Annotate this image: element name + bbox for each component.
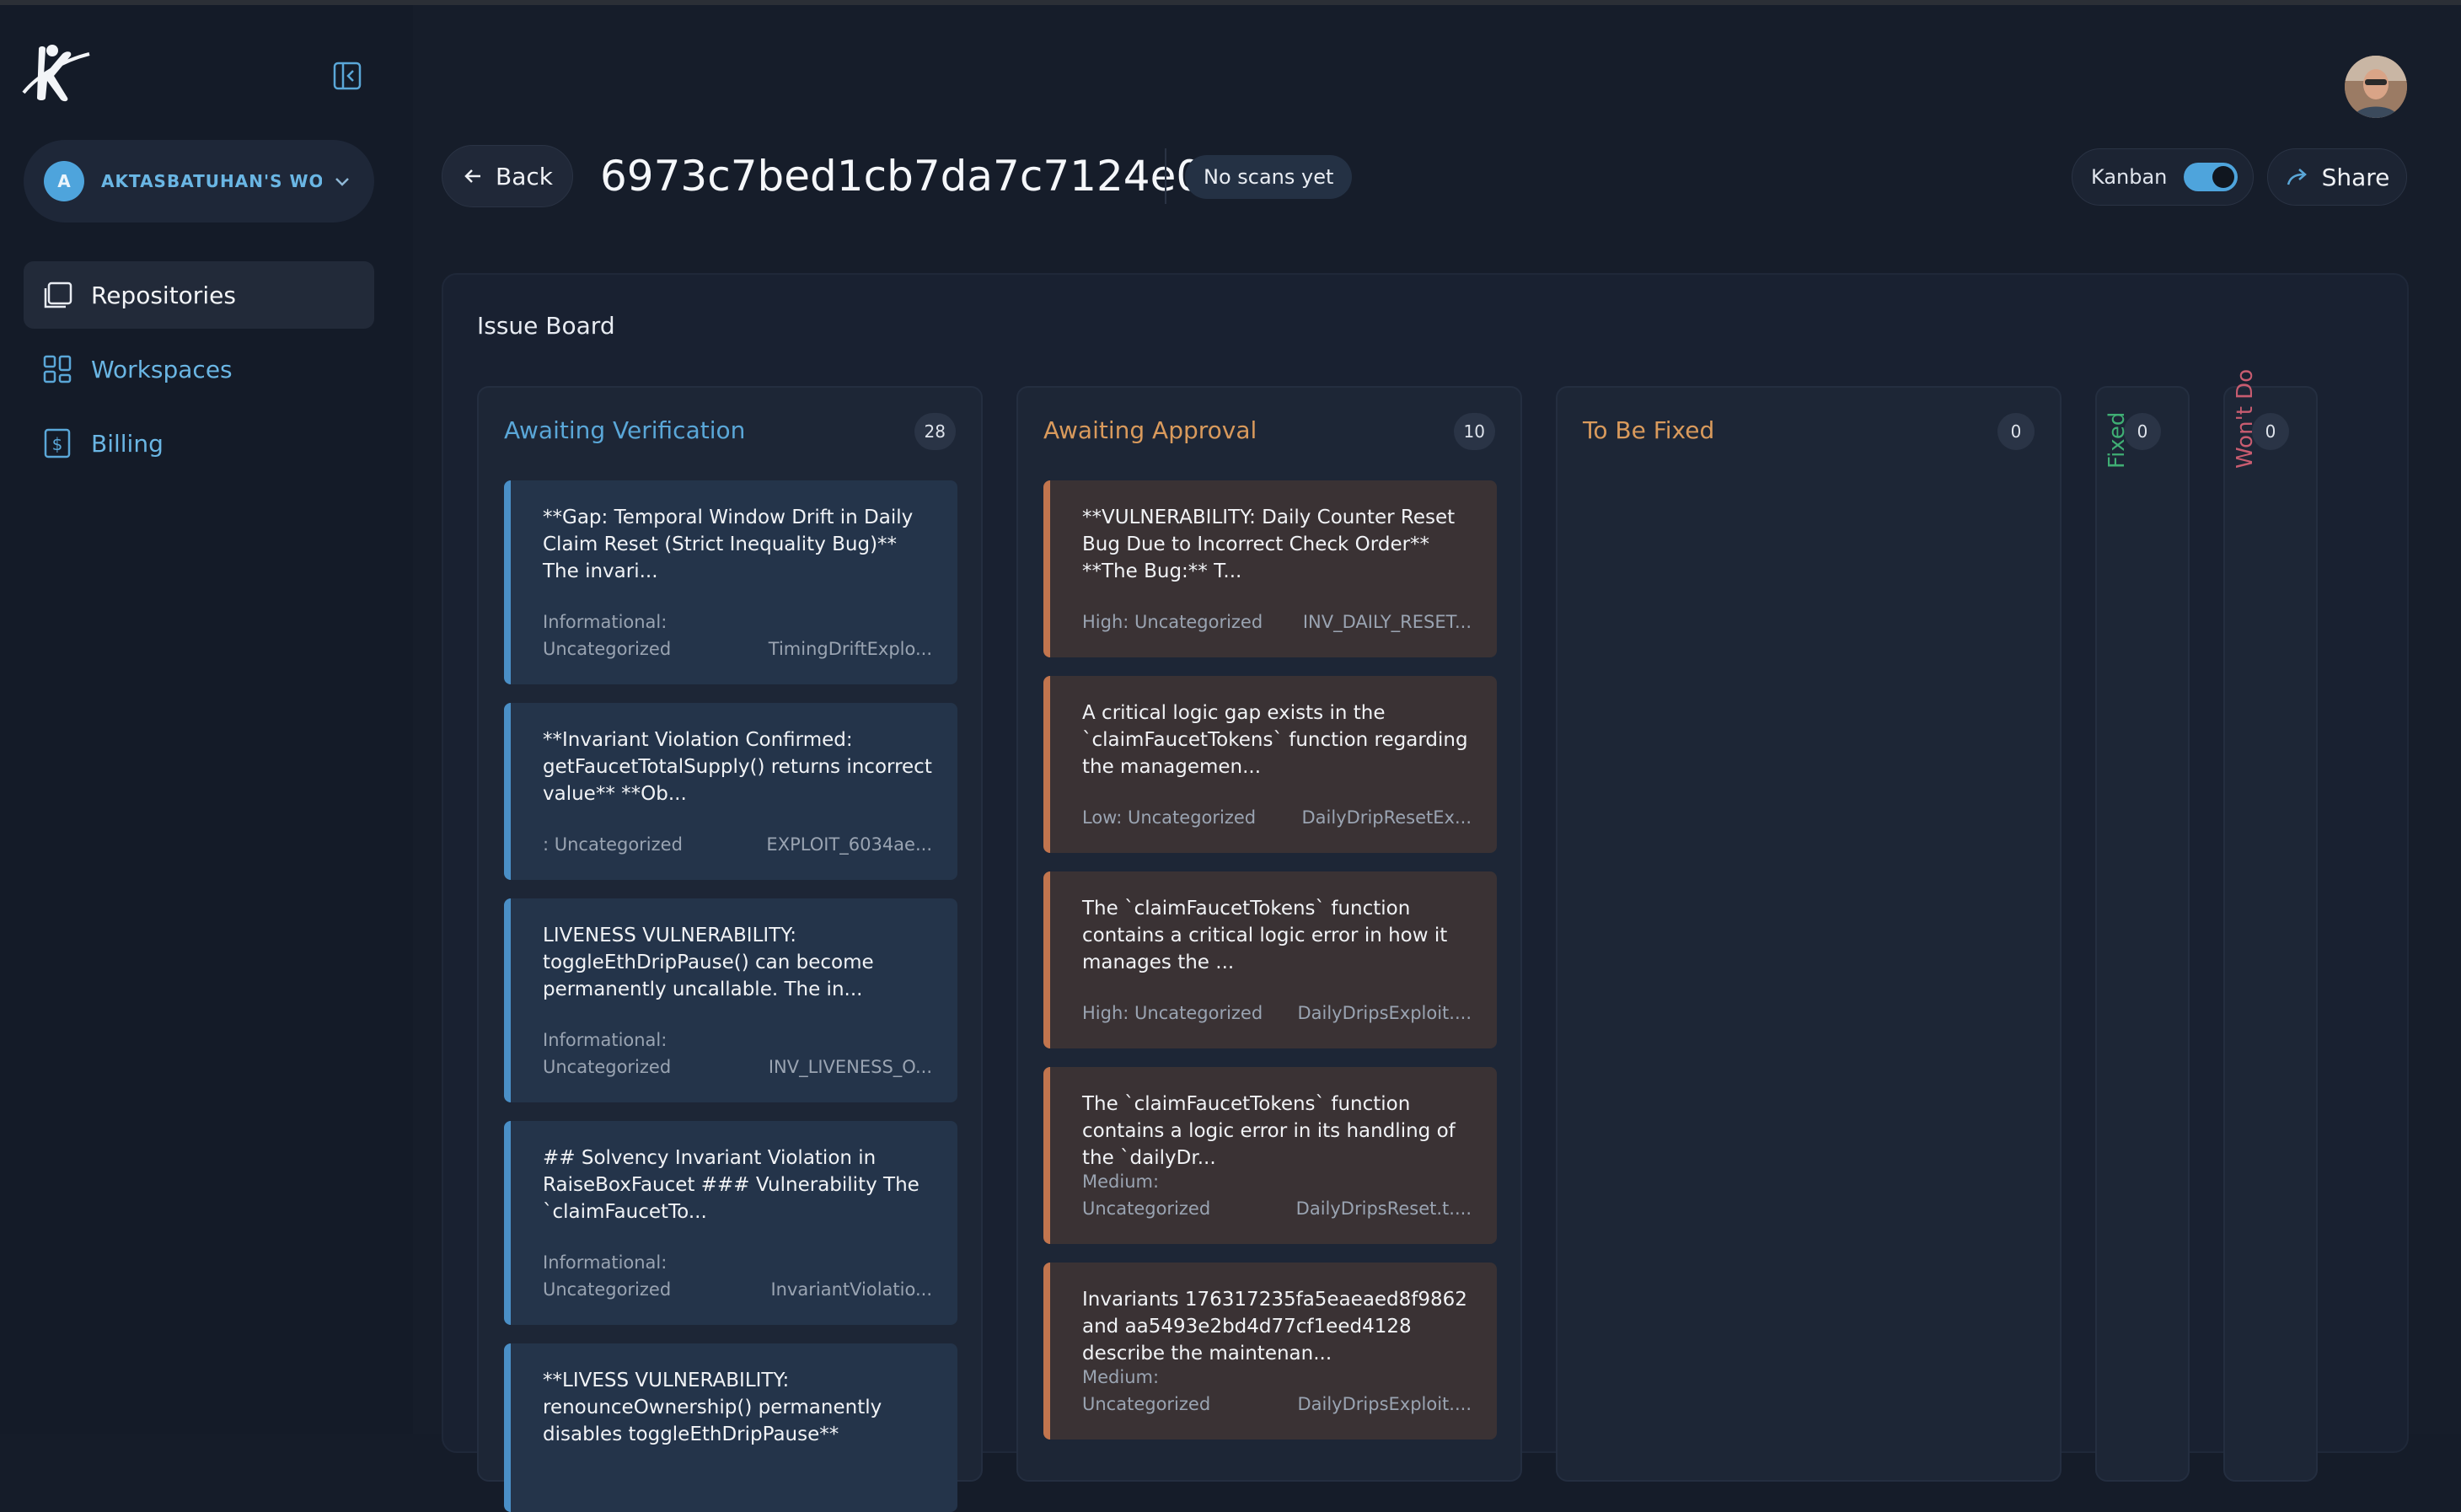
- issue-card[interactable]: ## Solvency Invariant Violation in Raise…: [504, 1121, 957, 1325]
- card-text: **VULNERABILITY: Daily Counter Reset Bug…: [1082, 507, 1456, 582]
- card-severity: Informational: Uncategorized: [543, 1252, 672, 1300]
- card-reference: DailyDripsReset.t....: [1295, 1198, 1472, 1219]
- issue-card[interactable]: **Gap: Temporal Window Drift in Daily Cl…: [504, 480, 957, 684]
- page-title: 6973c7bed1cb7da7c7124e08: [600, 152, 1230, 201]
- card-reference: DailyDripResetEx...: [1301, 807, 1472, 828]
- column-fixed[interactable]: 0 Fixed: [2095, 386, 2190, 1482]
- workspace-avatar: A: [44, 161, 84, 201]
- card-reference: EXPLOIT_6034ae...: [766, 834, 932, 855]
- card-text: **LIVESS VULNERABILITY: renounceOwnershi…: [543, 1370, 882, 1445]
- card-text: The `claimFaucetTokens` function contain…: [1082, 898, 1448, 973]
- card-reference: INV_DAILY_RESET...: [1302, 612, 1472, 632]
- back-button[interactable]: Back: [442, 145, 573, 207]
- column-title: Awaiting Verification: [504, 416, 746, 444]
- repositories-icon: [44, 281, 72, 308]
- issue-card[interactable]: Invariants 176317235fa5eaeaed8f9862 and …: [1043, 1263, 1497, 1440]
- column-title: To Be Fixed: [1583, 416, 1715, 444]
- sidebar: A AKTASBATUHAN'S WO... Repositories Work…: [0, 5, 413, 1434]
- user-avatar[interactable]: [2345, 56, 2407, 118]
- card-meta: Medium: Uncategorized DailyDripsReset.t.…: [1082, 1168, 1472, 1222]
- card-meta: : Uncategorized EXPLOIT_6034ae...: [543, 831, 932, 858]
- card-meta: High: Uncategorized INV_DAILY_RESET...: [1082, 609, 1472, 635]
- app: A AKTASBATUHAN'S WO... Repositories Work…: [0, 5, 2461, 1512]
- toggle-switch[interactable]: [2184, 163, 2238, 191]
- card-meta: Informational: Uncategorized TimingDrift…: [543, 609, 932, 662]
- card-reference: DailyDripsExploit....: [1297, 1003, 1472, 1023]
- column-count: 28: [914, 413, 956, 450]
- kanban-toggle[interactable]: Kanban: [2072, 148, 2254, 206]
- share-label: Share: [2321, 163, 2390, 191]
- sidebar-item-label: Repositories: [91, 281, 236, 309]
- card-text: **Gap: Temporal Window Drift in Daily Cl…: [543, 507, 914, 582]
- collapse-sidebar-icon[interactable]: [330, 59, 364, 93]
- grid-icon: [43, 355, 72, 383]
- sidebar-item-repositories[interactable]: Repositories: [24, 261, 374, 329]
- column-awaiting-approval: Awaiting Approval 10 **VULNERABILITY: Da…: [1016, 386, 1522, 1482]
- status-badge: No scans yet: [1185, 155, 1353, 199]
- card-text: A critical logic gap exists in the `clai…: [1082, 702, 1468, 778]
- share-icon: [2287, 169, 2307, 185]
- sidebar-item-workspaces[interactable]: Workspaces: [24, 335, 374, 403]
- arrow-left-icon: [464, 169, 480, 183]
- card-reference: DailyDripsExploit....: [1297, 1394, 1472, 1414]
- column-title: Awaiting Approval: [1043, 416, 1257, 444]
- sidebar-item-billing[interactable]: $ Billing: [24, 410, 374, 477]
- share-button[interactable]: Share: [2267, 148, 2407, 206]
- chevron-down-icon: [335, 178, 349, 186]
- issue-card[interactable]: **LIVESS VULNERABILITY: renounceOwnershi…: [504, 1343, 957, 1512]
- column-wont-do[interactable]: 0 Won't Do: [2223, 369, 2318, 1482]
- column-title: Won't Do: [2233, 368, 2258, 469]
- dollar-icon: $: [44, 428, 71, 458]
- column-to-be-fixed: To Be Fixed 0: [1556, 386, 2062, 1482]
- card-text: Invariants 176317235fa5eaeaed8f9862 and …: [1082, 1289, 1467, 1365]
- card-text: LIVENESS VULNERABILITY: toggleEthDripPau…: [543, 925, 874, 1000]
- kanban-label: Kanban: [2091, 165, 2168, 189]
- toggle-knob: [2212, 166, 2235, 188]
- sidebar-item-label: Billing: [91, 429, 164, 458]
- card-severity: Informational: Uncategorized: [543, 612, 672, 659]
- card-severity: High: Uncategorized: [1082, 612, 1263, 632]
- card-meta: Low: Uncategorized DailyDripResetEx...: [1082, 804, 1472, 831]
- board-title: Issue Board: [477, 312, 615, 340]
- card-reference: InvariantViolatio...: [770, 1279, 932, 1300]
- card-text: ## Solvency Invariant Violation in Raise…: [543, 1147, 920, 1223]
- card-reference: TimingDriftExplo...: [768, 639, 932, 659]
- card-text: **Invariant Violation Confirmed: getFauc…: [543, 729, 932, 805]
- card-meta: Medium: Uncategorized DailyDripsExploit.…: [1082, 1364, 1472, 1418]
- issue-card[interactable]: **Invariant Violation Confirmed: getFauc…: [504, 703, 957, 880]
- card-meta: Informational: Uncategorized InvariantVi…: [543, 1249, 932, 1303]
- card-text: The `claimFaucetTokens` function contain…: [1082, 1093, 1456, 1169]
- workspace-switcher[interactable]: A AKTASBATUHAN'S WO...: [24, 140, 374, 223]
- card-severity: Medium: Uncategorized: [1082, 1367, 1211, 1414]
- card-reference: INV_LIVENESS_O...: [768, 1057, 932, 1077]
- issue-board: Issue Board Awaiting Verification 28 **G…: [442, 273, 2409, 1512]
- column-count: 10: [1453, 413, 1495, 450]
- sidebar-item-label: Workspaces: [91, 355, 233, 383]
- svg-text:$: $: [52, 434, 63, 454]
- column-count: 0: [1997, 413, 2035, 450]
- main-content: Back 6973c7bed1cb7da7c7124e08 No scans y…: [413, 5, 2461, 1512]
- card-severity: : Uncategorized: [543, 834, 683, 855]
- card-meta: High: Uncategorized DailyDripsExploit...…: [1082, 1000, 1472, 1027]
- title-divider: [1165, 148, 1166, 204]
- card-meta: Informational: Uncategorized INV_LIVENES…: [543, 1027, 932, 1080]
- issue-card[interactable]: A critical logic gap exists in the `clai…: [1043, 676, 1497, 853]
- app-logo[interactable]: [20, 42, 91, 106]
- card-severity: High: Uncategorized: [1082, 1003, 1263, 1023]
- issue-card[interactable]: LIVENESS VULNERABILITY: toggleEthDripPau…: [504, 898, 957, 1102]
- workspace-name: AKTASBATUHAN'S WO...: [101, 171, 322, 191]
- column-title: Fixed: [2104, 411, 2130, 469]
- card-severity: Informational: Uncategorized: [543, 1030, 672, 1077]
- column-awaiting-verification: Awaiting Verification 28 **Gap: Temporal…: [477, 386, 983, 1512]
- card-severity: Low: Uncategorized: [1082, 807, 1257, 828]
- issue-card[interactable]: **VULNERABILITY: Daily Counter Reset Bug…: [1043, 480, 1497, 657]
- card-severity: Medium: Uncategorized: [1082, 1172, 1211, 1219]
- issue-card[interactable]: The `claimFaucetTokens` function contain…: [1043, 871, 1497, 1048]
- back-label: Back: [496, 162, 553, 190]
- issue-card[interactable]: The `claimFaucetTokens` function contain…: [1043, 1067, 1497, 1244]
